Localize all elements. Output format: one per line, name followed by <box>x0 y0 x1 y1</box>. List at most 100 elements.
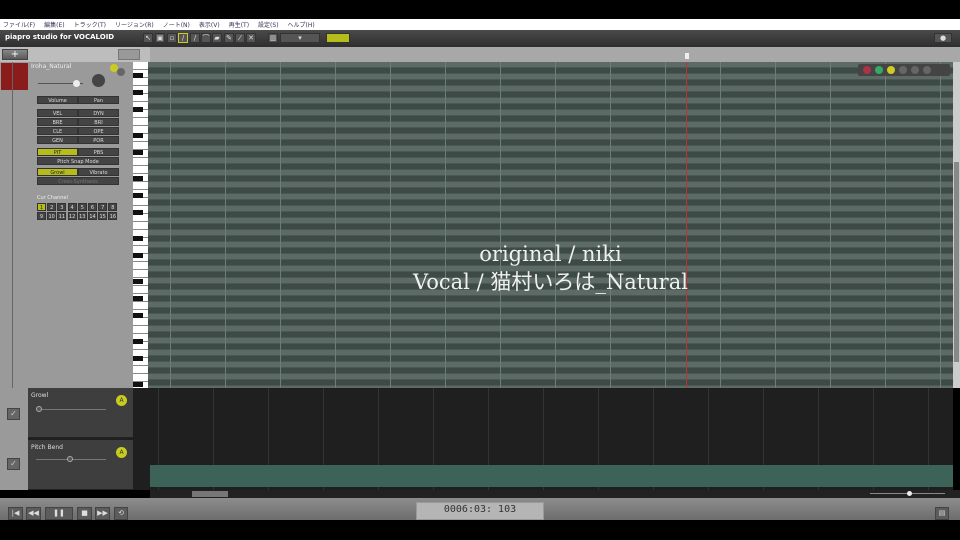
horizontal-scroll-thumb[interactable] <box>192 491 228 497</box>
vibrato-button[interactable]: Vibrato <box>78 168 119 176</box>
note-display-toggle[interactable] <box>118 49 140 60</box>
pitch-curve-icon[interactable] <box>863 66 871 74</box>
black-key[interactable] <box>133 382 143 388</box>
channel-button[interactable]: 9 <box>37 212 46 220</box>
channel-button[interactable]: 4 <box>67 203 77 211</box>
menu-region[interactable]: リージョン(R) <box>115 20 154 29</box>
black-key[interactable] <box>133 72 143 78</box>
pitch-bend-lane-toggle[interactable]: ✓ <box>7 458 20 470</box>
gen-button[interactable]: GEN <box>37 136 78 144</box>
pan-knob[interactable] <box>92 74 105 87</box>
pan-param-button[interactable]: Pan <box>78 96 119 104</box>
fast-forward-button[interactable]: ▶▶ <box>95 507 110 520</box>
channel-button[interactable]: 8 <box>108 203 118 211</box>
black-key[interactable] <box>133 296 143 302</box>
select-tool-icon[interactable]: ↖ <box>143 33 153 43</box>
bri-button[interactable]: BRI <box>78 118 119 126</box>
add-track-button[interactable]: + <box>2 49 28 60</box>
black-key[interactable] <box>133 89 143 95</box>
growl-auto-button[interactable]: A <box>116 395 127 406</box>
channel-button[interactable]: 13 <box>77 212 87 220</box>
vertical-scrollbar[interactable] <box>953 62 960 388</box>
go-to-start-button[interactable]: |◀ <box>8 507 23 520</box>
black-key[interactable] <box>133 193 143 198</box>
menu-view[interactable]: 表示(V) <box>199 20 220 29</box>
growl-lane-toggle[interactable]: ✓ <box>7 408 20 420</box>
pencil-tool-icon[interactable]: / <box>178 33 188 43</box>
black-key[interactable] <box>133 356 143 362</box>
mute-tool-icon[interactable]: ✕ <box>246 33 256 43</box>
playhead-marker[interactable] <box>685 53 689 59</box>
black-key[interactable] <box>133 313 143 319</box>
pause-button[interactable]: ❚❚ <box>45 507 73 520</box>
zoom-tool-icon[interactable]: ▫ <box>167 33 177 43</box>
channel-button[interactable]: 10 <box>47 212 57 220</box>
black-key[interactable] <box>133 279 143 284</box>
stop-button[interactable]: ■ <box>77 507 92 520</box>
menu-settings[interactable]: 設定(S) <box>258 20 279 29</box>
piano-keyboard[interactable] <box>133 62 148 405</box>
channel-button[interactable]: 15 <box>98 212 108 220</box>
eraser-tool-icon[interactable]: ▰ <box>212 33 222 43</box>
pbs-button[interactable]: PBS <box>78 148 119 156</box>
zoom-slider-knob[interactable] <box>907 491 912 496</box>
quantize-select[interactable]: ▾ <box>280 33 320 43</box>
channel-button[interactable]: 1 <box>37 203 46 211</box>
vertical-scroll-thumb[interactable] <box>954 162 959 362</box>
black-key[interactable] <box>133 210 143 216</box>
menu-note[interactable]: ノート(N) <box>163 20 190 29</box>
lyrics-icon[interactable] <box>911 66 919 74</box>
line-tool-icon[interactable]: / <box>190 33 200 43</box>
channel-button[interactable]: 11 <box>57 212 67 220</box>
note-curve-icon[interactable] <box>875 66 883 74</box>
black-key[interactable] <box>133 150 143 155</box>
horizontal-scrollbar[interactable] <box>150 490 960 498</box>
volume-param-button[interactable]: Volume <box>37 96 78 104</box>
channel-button[interactable]: 7 <box>98 203 108 211</box>
black-key[interactable] <box>133 107 143 112</box>
metronome-icon[interactable] <box>899 66 907 74</box>
rewind-button[interactable]: ◀◀ <box>26 507 41 520</box>
black-key[interactable] <box>133 175 143 181</box>
pitch-snap-mode-button[interactable]: Pitch Snap Mode <box>37 157 119 165</box>
black-key[interactable] <box>133 253 143 259</box>
por-button[interactable]: POR <box>78 136 119 144</box>
snap-toggle[interactable] <box>326 33 350 43</box>
growl-button[interactable]: Growl <box>37 168 78 176</box>
pitch-bend-auto-button[interactable]: A <box>116 447 127 458</box>
menu-track[interactable]: トラック(T) <box>74 20 106 29</box>
menu-file[interactable]: ファイル(F) <box>3 20 35 29</box>
volume-slider-knob[interactable] <box>73 80 80 87</box>
black-key[interactable] <box>133 236 143 241</box>
dyn-button[interactable]: DYN <box>78 109 119 117</box>
channel-button[interactable]: 16 <box>108 212 118 220</box>
cle-button[interactable]: CLE <box>37 127 78 135</box>
channel-button[interactable]: 3 <box>57 203 67 211</box>
mute-button[interactable] <box>117 68 125 76</box>
grid-icon[interactable]: ▥ <box>268 33 278 43</box>
record-button[interactable]: ● <box>934 33 952 43</box>
menu-help[interactable]: ヘルプ(H) <box>288 20 315 29</box>
vel-button[interactable]: VEL <box>37 109 78 117</box>
growl-slider[interactable] <box>36 409 106 410</box>
curve-tool-icon[interactable]: ⌒ <box>201 33 211 43</box>
menu-edit[interactable]: 編集(E) <box>44 20 64 29</box>
region-tool-icon[interactable]: ▣ <box>155 33 165 43</box>
channel-button[interactable]: 6 <box>88 203 97 211</box>
mixer-button[interactable]: ▤ <box>935 507 949 520</box>
channel-button[interactable]: 2 <box>47 203 57 211</box>
black-key[interactable] <box>133 339 143 345</box>
speaker-icon[interactable] <box>887 66 895 74</box>
pitch-bend-slider-knob[interactable] <box>67 456 73 462</box>
ope-button[interactable]: OPE <box>78 127 119 135</box>
channel-button[interactable]: 14 <box>88 212 97 220</box>
scissor-tool-icon[interactable]: ⁄ <box>235 33 245 43</box>
fit-icon[interactable] <box>923 66 931 74</box>
menu-play[interactable]: 再生(T) <box>229 20 249 29</box>
piano-roll-grid[interactable] <box>148 62 953 388</box>
black-key[interactable] <box>133 132 143 138</box>
loop-button[interactable]: ⟲ <box>114 507 128 520</box>
bre-button[interactable]: BRE <box>37 118 78 126</box>
channel-button[interactable]: 12 <box>67 212 77 220</box>
pit-button[interactable]: PIT <box>37 148 78 156</box>
